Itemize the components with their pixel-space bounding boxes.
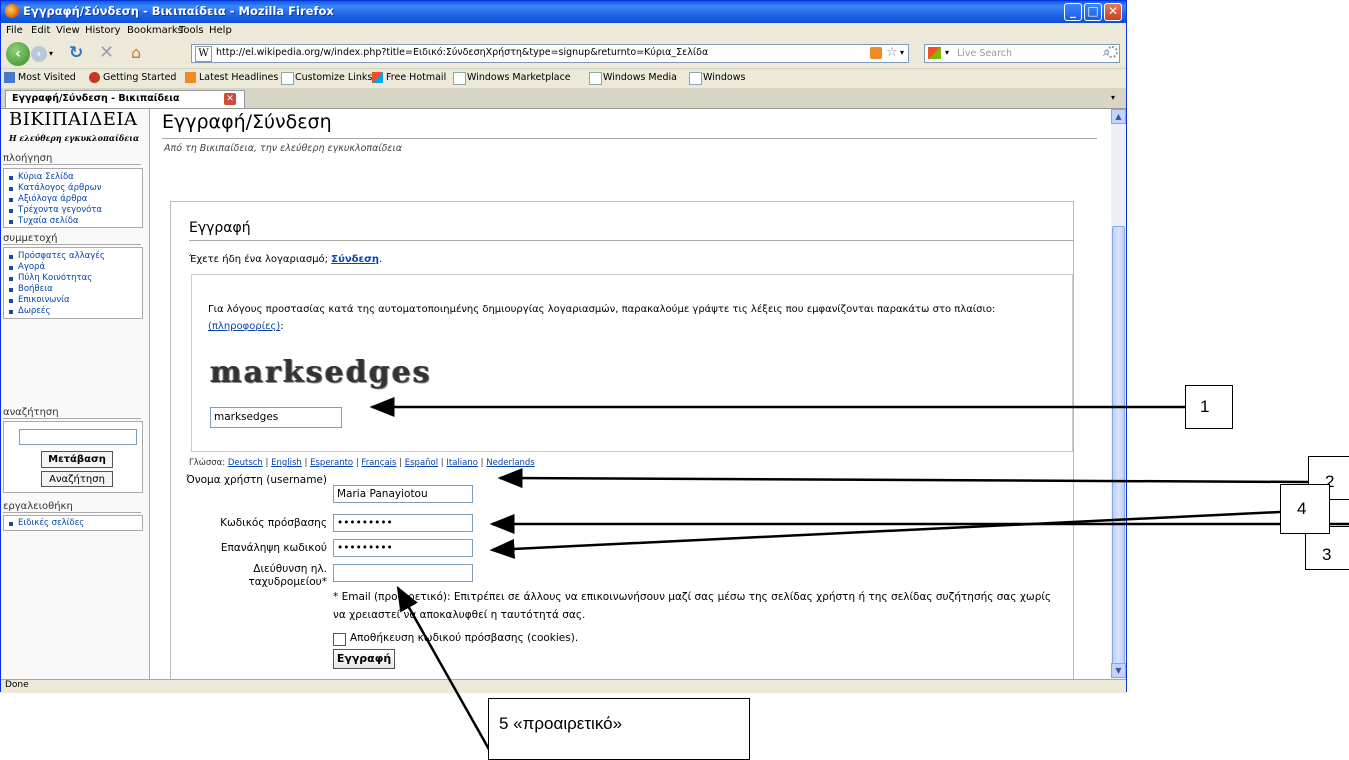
annotation-arrows: [369, 397, 1349, 760]
callout-5: 5 «προαιρετικό»: [488, 698, 750, 760]
callout-1-text: 1: [1200, 397, 1210, 416]
callout-4-text: 4: [1297, 499, 1307, 518]
callout-5-text: 5 «προαιρετικό»: [499, 714, 623, 733]
arrow-5: [396, 585, 497, 760]
callout-3-text: 3: [1322, 545, 1332, 564]
callout-4: 4: [1280, 484, 1330, 534]
arrow-4: [489, 510, 1281, 559]
callout-1: 1: [1185, 385, 1233, 429]
arrow-2: [497, 468, 1309, 489]
